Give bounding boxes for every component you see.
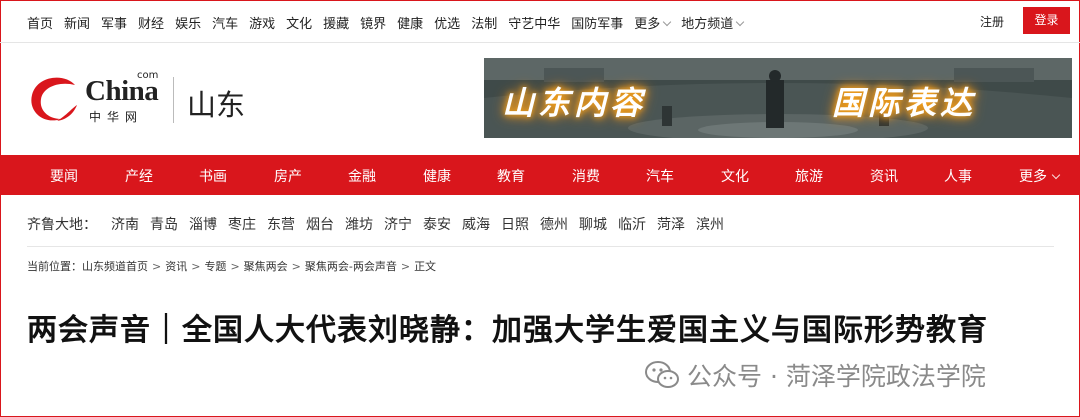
top-nav-more-dropdown[interactable]: 更多 <box>634 13 672 32</box>
city-link[interactable]: 菏泽 <box>657 217 685 233</box>
city-link[interactable]: 威海 <box>462 217 490 233</box>
main-nav-item[interactable]: 旅游 <box>795 166 823 186</box>
main-nav-item[interactable]: 消费 <box>572 166 600 186</box>
chevron-down-icon <box>736 17 745 27</box>
banner-text-right: 国际表达 <box>832 84 977 122</box>
city-link[interactable]: 枣庄 <box>228 217 256 233</box>
city-link[interactable]: 东营 <box>267 217 295 233</box>
china-logo-swirl-icon <box>31 77 77 121</box>
city-link[interactable]: 聊城 <box>579 217 607 233</box>
breadcrumb-separator: > <box>400 260 411 273</box>
top-bar: 首页 新闻 军事 财经 娱乐 汽车 游戏 文化 援藏 镜界 健康 优选 法制 守… <box>0 0 1080 43</box>
chevron-down-icon <box>1051 170 1061 180</box>
breadcrumb-link[interactable]: 山东频道首页 <box>82 260 148 273</box>
breadcrumb-separator: > <box>191 260 201 273</box>
banner-text-left: 山东内容 <box>502 84 647 122</box>
regional-channel-dropdown[interactable]: 地方频道 <box>681 13 745 32</box>
breadcrumb-link[interactable]: 资讯 <box>165 260 187 273</box>
top-nav-item[interactable]: 文化 <box>286 13 312 32</box>
city-link[interactable]: 淄博 <box>189 217 217 233</box>
main-nav-item[interactable]: 文化 <box>721 166 749 186</box>
top-nav-item[interactable]: 娱乐 <box>175 13 201 32</box>
top-nav-item[interactable]: 新闻 <box>64 13 90 32</box>
breadcrumb-link[interactable]: 聚焦两会 <box>244 260 288 273</box>
main-nav-item[interactable]: 资讯 <box>870 166 898 186</box>
watermark-text: 公众号 · 菏泽学院政法学院 <box>687 362 986 391</box>
top-nav-item[interactable]: 军事 <box>101 13 127 32</box>
city-link[interactable]: 德州 <box>540 217 568 233</box>
top-nav-more-label: 更多 <box>634 17 661 32</box>
city-link[interactable]: 临沂 <box>618 217 646 233</box>
top-nav-item[interactable]: 法制 <box>471 13 497 32</box>
main-nav-more-label: 更多 <box>1019 169 1047 185</box>
section-divider <box>27 246 1054 247</box>
city-nav-label: 齐鲁大地： <box>27 217 97 233</box>
main-nav-item[interactable]: 汽车 <box>646 166 674 186</box>
city-link[interactable]: 潍坊 <box>345 217 373 233</box>
main-nav-item[interactable]: 金融 <box>348 166 376 186</box>
login-button[interactable]: 登录 <box>1023 7 1070 34</box>
city-link[interactable]: 滨州 <box>696 217 724 233</box>
top-nav-item[interactable]: 国防军事 <box>571 13 623 32</box>
city-link[interactable]: 济南 <box>111 217 139 233</box>
top-nav-item[interactable]: 汽车 <box>212 13 238 32</box>
logo-brand-text: China <box>85 75 159 107</box>
top-nav-item[interactable]: 游戏 <box>249 13 275 32</box>
city-link[interactable]: 烟台 <box>306 217 334 233</box>
top-nav-item[interactable]: 守艺中华 <box>508 13 560 32</box>
main-nav-item[interactable]: 书画 <box>199 166 227 186</box>
header-banner[interactable]: 山东内容 国际表达 <box>484 58 1072 138</box>
chevron-down-icon <box>663 17 672 27</box>
article-title: 两会声音｜全国人大代表刘晓静：加强大学生爱国主义与国际形势教育 <box>27 313 988 348</box>
main-nav-more-dropdown[interactable]: 更多 <box>1019 166 1061 186</box>
main-nav-item[interactable]: 人事 <box>944 166 972 186</box>
watermark: 公众号 · 菏泽学院政法学院 <box>645 358 986 392</box>
register-link[interactable]: 注册 <box>980 13 1004 30</box>
main-nav-item[interactable]: 教育 <box>497 166 525 186</box>
city-link[interactable]: 济宁 <box>384 217 412 233</box>
top-nav-item[interactable]: 健康 <box>397 13 423 32</box>
breadcrumb-separator: > <box>152 260 162 273</box>
region-name: 山东 <box>187 88 246 122</box>
logo-chinese-name: 中华网 <box>89 110 144 124</box>
breadcrumb-separator: > <box>291 260 301 273</box>
breadcrumb-link[interactable]: 聚焦两会-两会声音 <box>305 260 397 273</box>
top-nav-item[interactable]: 财经 <box>138 13 164 32</box>
breadcrumb-link[interactable]: 专题 <box>204 260 226 273</box>
main-nav: 要闻 产经 书画 房产 金融 健康 教育 消费 汽车 文化 旅游 资讯 人事 更… <box>0 155 1080 195</box>
top-nav-item[interactable]: 镜界 <box>360 13 386 32</box>
logo-divider <box>173 77 174 123</box>
breadcrumb-separator: > <box>230 260 240 273</box>
top-nav-item[interactable]: 优选 <box>434 13 460 32</box>
wechat-icon <box>645 361 679 388</box>
top-nav-item[interactable]: 援藏 <box>323 13 349 32</box>
breadcrumb-prefix: 当前位置： <box>27 260 82 273</box>
city-link[interactable]: 泰安 <box>423 217 451 233</box>
main-nav-item[interactable]: 要闻 <box>50 166 78 186</box>
main-nav-item[interactable]: 产经 <box>125 166 153 186</box>
city-link[interactable]: 青岛 <box>150 217 178 233</box>
top-nav: 首页 新闻 军事 财经 娱乐 汽车 游戏 文化 援藏 镜界 健康 优选 法制 守… <box>27 13 754 32</box>
top-nav-item[interactable]: 首页 <box>27 13 53 32</box>
main-nav-item[interactable]: 健康 <box>423 166 451 186</box>
city-link[interactable]: 日照 <box>501 217 529 233</box>
city-nav: 齐鲁大地： 济南 青岛 淄博 枣庄 东营 烟台 潍坊 济宁 泰安 威海 日照 德州 聊城 临沂 菏泽 滨州 <box>27 214 735 234</box>
regional-channel-label: 地方频道 <box>681 17 734 32</box>
site-logo[interactable]: com China 中华网 山东 <box>27 70 277 128</box>
main-nav-item[interactable]: 房产 <box>274 166 302 186</box>
breadcrumb-current: 正文 <box>414 260 437 273</box>
breadcrumb: 当前位置：山东频道首页 > 资讯 > 专题 > 聚焦两会 > 聚焦两会-两会声音 > 正文 <box>27 258 436 274</box>
